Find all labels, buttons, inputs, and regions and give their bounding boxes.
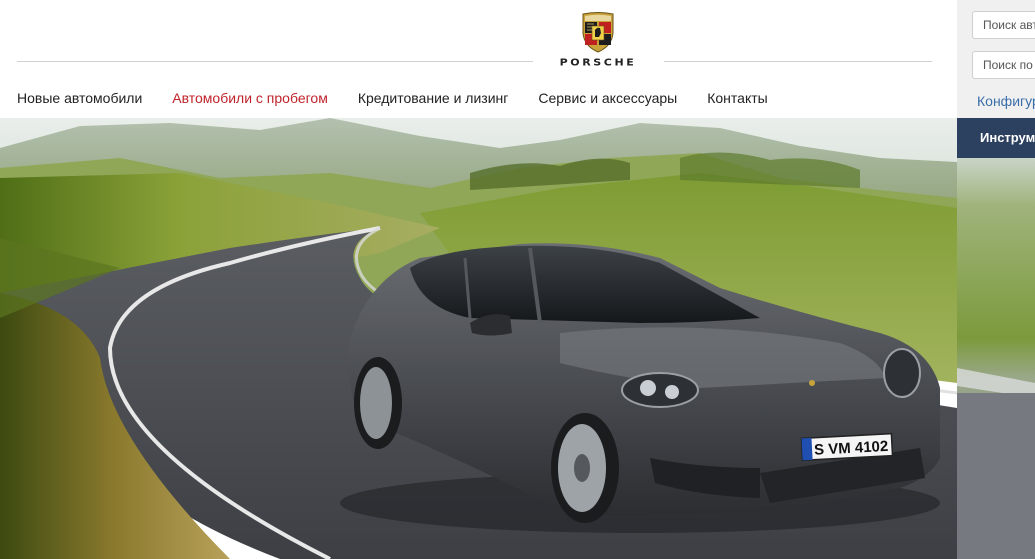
nav-item-service-accessories[interactable]: Сервис и аксессуары [538, 90, 677, 106]
header-divider-left [17, 61, 533, 62]
search-vehicles-input[interactable] [972, 11, 1035, 39]
nav-item-financing-leasing[interactable]: Кредитование и лизинг [358, 90, 509, 106]
search-site-input[interactable] [972, 51, 1035, 79]
hero-image-edge [957, 158, 1035, 559]
nav-item-used-cars[interactable]: Автомобили с пробегом [172, 90, 328, 106]
tools-panel: Конфигур Инструм [957, 0, 1035, 158]
header-divider-right [664, 61, 932, 62]
site-header: PORSCHE Новые автомобили Автомобили с пр… [0, 0, 957, 118]
nav-item-new-cars[interactable]: Новые автомобили [17, 90, 142, 106]
porsche-wordmark: PORSCHE [559, 56, 637, 69]
hero-image: S VM 4102 [0, 118, 957, 559]
tools-button[interactable]: Инструм [957, 118, 1035, 158]
porsche-crest-logo[interactable] [581, 11, 615, 53]
nav-item-contacts[interactable]: Контакты [707, 90, 767, 106]
configurator-link[interactable]: Конфигур [977, 93, 1035, 109]
page: PORSCHE Новые автомобили Автомобили с пр… [0, 0, 1035, 559]
main-nav: Новые автомобили Автомобили с пробегом К… [17, 90, 768, 106]
